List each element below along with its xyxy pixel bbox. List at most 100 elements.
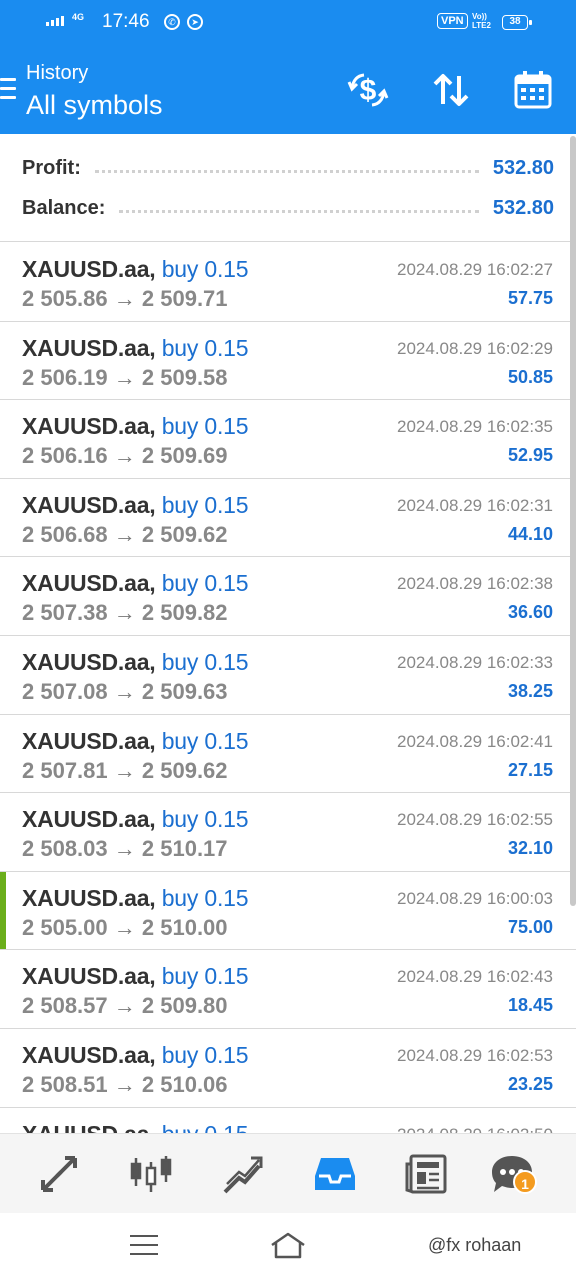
deal-side: buy 0.15 (161, 727, 249, 754)
deal-prices: 2 508.03 → 2 510.17 (22, 836, 228, 862)
deal-row[interactable]: XAUUSD.aa, buy 0.15 2 506.19 → 2 509.58 20… (0, 321, 576, 401)
deal-datetime: 2024.08.29 16:02:53 (397, 1045, 553, 1065)
deal-symbol: XAUUSD.aa, buy 0.15 (22, 963, 249, 990)
telegram-icon: ➤ (187, 14, 203, 30)
arrow-icon: → (113, 836, 136, 862)
deal-symbol: XAUUSD.aa, buy 0.15 (22, 1121, 249, 1133)
deposit-dollar-icon[interactable]: $ (346, 68, 390, 112)
deal-list[interactable]: XAUUSD.aa, buy 0.15 2 505.86 → 2 509.71 20… (0, 243, 576, 1133)
deal-symbol: XAUUSD.aa, buy 0.15 (22, 570, 249, 597)
symbol-text: XAUUSD.aa, (22, 413, 156, 440)
deal-profit: 27.15 (507, 759, 553, 780)
deal-datetime: 2024.08.29 16:02:33 (397, 652, 553, 672)
watermark-text: @fx rohaan (428, 1235, 522, 1255)
deal-row[interactable]: XAUUSD.aa, buy 0.15 2 505.86 → 2 509.71 20… (0, 243, 576, 322)
deal-symbol: XAUUSD.aa, buy 0.15 (22, 1041, 249, 1069)
page-subtitle: History (26, 62, 89, 84)
deal-symbol: XAUUSD.aa, buy 0.15 (22, 806, 249, 833)
chart-icon[interactable] (129, 1152, 173, 1196)
deal-symbol: XAUUSD.aa, buy 0.15 (22, 256, 249, 283)
symbol-text: XAUUSD.aa, (22, 256, 156, 282)
news-icon[interactable] (405, 1152, 449, 1196)
deal-symbol: XAUUSD.aa, buy 0.15 (22, 884, 249, 912)
trade-icon[interactable] (221, 1152, 265, 1196)
sort-icon[interactable] (429, 68, 473, 112)
scrollbar[interactable] (570, 136, 576, 906)
close-price: 2 509.82 (141, 600, 228, 626)
balance-value: 532.80 (492, 196, 554, 219)
deal-row[interactable]: XAUUSD.aa, buy 0.15 2 508.57 → 2 509.80 20… (0, 950, 576, 1029)
calendar-icon[interactable] (511, 68, 555, 112)
deal-prices: 2 506.19 → 2 509.58 (22, 365, 228, 391)
open-price: 2 508.03 (22, 836, 108, 862)
deal-prices: 2 507.81 → 2 509.62 (22, 758, 228, 784)
deal-prices: 2 508.57 → 2 509.80 (22, 993, 228, 1019)
open-price: 2 508.51 (22, 1071, 108, 1097)
arrow-icon: → (113, 993, 136, 1019)
recent-apps-icon[interactable] (130, 1235, 158, 1257)
menu-icon[interactable] (0, 78, 16, 100)
deal-row[interactable]: XAUUSD.aa, buy 0.15 2 508.03 → 2 510.17 20… (0, 793, 576, 872)
symbol-text: XAUUSD.aa, (22, 1121, 156, 1133)
arrow-icon: → (113, 1071, 136, 1097)
deal-datetime: 2024.08.29 16:02:35 (397, 417, 553, 437)
home-icon[interactable] (268, 1231, 308, 1261)
deal-row[interactable]: XAUUSD.aa, buy 0.15 2 507.81 → 2 509.62 20… (0, 714, 576, 794)
deal-row[interactable]: XAUUSD.aa, buy 0.15 2 505.00 → 2 510.00 20… (0, 871, 576, 951)
deal-prices: 2 506.68 → 2 509.62 (22, 522, 228, 548)
balance-row: Balance: 532.80 (22, 193, 554, 223)
deal-row[interactable]: XAUUSD.aa, buy 0.15 2 507.08 → 2 509.63 20… (0, 635, 576, 715)
close-price: 2 509.63 (141, 678, 228, 704)
open-price: 2 506.68 (22, 521, 108, 547)
deal-row[interactable]: XAUUSD.aa, buy 0.15 2 506.68 → 2 509.62 20… (0, 478, 576, 558)
close-price: 2 509.62 (141, 521, 228, 547)
symbol-text: XAUUSD.aa, (22, 648, 156, 675)
account-summary: Profit: 532.80 Balance: 532.80 (0, 134, 576, 242)
arrow-icon: → (113, 678, 136, 704)
deal-datetime: 2024.08.29 16:02:38 (397, 574, 553, 594)
arrow-icon: → (113, 521, 136, 547)
deal-side: buy 0.15 (161, 1041, 249, 1068)
deal-side: buy 0.15 (161, 884, 249, 911)
deal-prices: 2 505.86 → 2 509.71 (22, 286, 228, 312)
open-price: 2 507.81 (22, 757, 108, 783)
deal-symbol: XAUUSD.aa, buy 0.15 (22, 492, 249, 519)
deal-row[interactable]: XAUUSD.aa, buy 0.15 → 2024.08.29 16:02:5… (0, 1107, 576, 1133)
bottom-tab-bar (0, 1133, 576, 1213)
close-price: 2 510.17 (141, 836, 228, 862)
deal-symbol: XAUUSD.aa, buy 0.15 (22, 727, 249, 755)
quotes-icon[interactable] (37, 1152, 81, 1196)
deal-row[interactable]: XAUUSD.aa, buy 0.15 2 506.16 → 2 509.69 20… (0, 400, 576, 479)
deal-side: buy 0.15 (161, 334, 249, 361)
history-icon[interactable] (313, 1152, 357, 1196)
signal-icon (46, 16, 64, 26)
open-price: 2 507.08 (22, 678, 108, 704)
clock: 17:46 (102, 11, 150, 32)
deal-profit: 36.60 (507, 602, 553, 623)
close-price: 2 509.80 (141, 993, 228, 1019)
deal-profit: 44.10 (507, 523, 553, 544)
deal-row[interactable]: XAUUSD.aa, buy 0.15 2 507.38 → 2 509.82 20… (0, 557, 576, 636)
deal-profit: 38.25 (507, 680, 553, 701)
deal-side: buy 0.15 (162, 1121, 249, 1133)
symbol-text: XAUUSD.aa, (22, 570, 156, 597)
symbol-text: XAUUSD.aa, (22, 884, 156, 911)
system-nav-bar: @fx rohaan (0, 1213, 576, 1280)
symbol-text: XAUUSD.aa, (22, 963, 156, 990)
symbol-text: XAUUSD.aa, (22, 334, 156, 361)
deal-datetime: 2024.08.29 16:02:31 (397, 495, 553, 515)
deal-symbol: XAUUSD.aa, buy 0.15 (22, 648, 249, 676)
page-title[interactable]: All symbols (26, 90, 163, 121)
deal-row[interactable]: XAUUSD.aa, buy 0.15 2 508.51 → 2 510.06 20… (0, 1028, 576, 1108)
close-price: 2 509.62 (141, 757, 228, 783)
profit-label: Profit: (22, 156, 81, 179)
deal-datetime: 2024.08.29 16:02:27 (397, 260, 553, 279)
status-bar: 4G 17:46 ✆ ➤ VPN Vo)) LTE2 38 (0, 0, 576, 46)
profit-row: Profit: 532.80 (22, 153, 554, 183)
profit-value: 532.80 (492, 156, 554, 179)
close-price: 2 510.06 (141, 1071, 228, 1097)
close-price: 2 509.58 (141, 364, 228, 390)
deal-profit: 23.25 (507, 1073, 553, 1094)
deal-datetime: 2024.08.29 16:02:55 (397, 810, 553, 830)
close-price: 2 509.71 (141, 286, 228, 311)
